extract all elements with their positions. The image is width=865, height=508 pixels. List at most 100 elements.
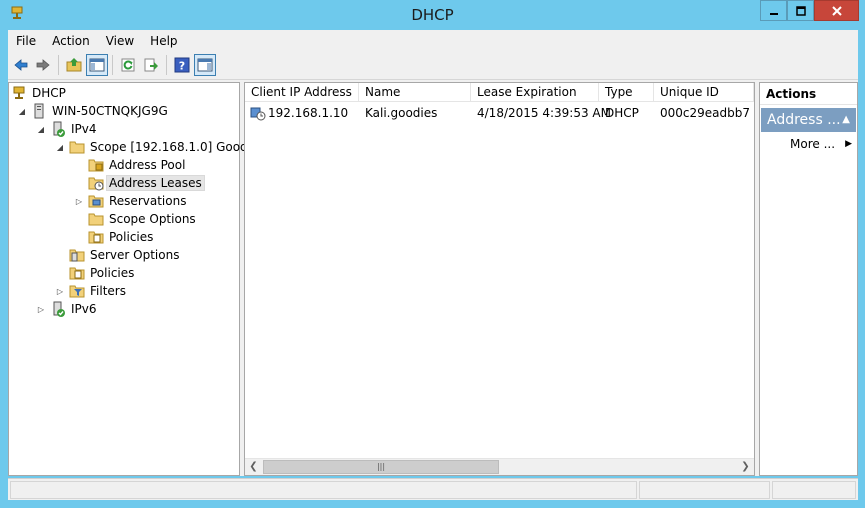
console-tree[interactable]: DHCP ◢ WIN-50CTNQKJG9G ◢ IPv4 ◢ Scope [1… (8, 82, 265, 476)
tree-label: Policies (109, 230, 154, 244)
back-button[interactable] (10, 54, 32, 76)
tree-node-scope-options[interactable]: Scope Options (74, 210, 198, 228)
cell-type: DHCP (605, 106, 639, 120)
tree-label: Filters (90, 284, 126, 298)
actions-more-item[interactable]: More ... ▶ (790, 135, 856, 153)
actions-pane: Actions Address ... ▲ More ... ▶ (759, 82, 858, 476)
menu-file[interactable]: File (8, 34, 44, 48)
tree-node-policies[interactable]: Policies (55, 264, 136, 282)
actions-more-label: More ... (790, 137, 836, 151)
dhcp-icon (13, 86, 25, 99)
svg-text:?: ? (179, 60, 185, 73)
tree-expander[interactable]: ▷ (55, 287, 65, 296)
menu-view[interactable]: View (98, 34, 142, 48)
tree-expander[interactable]: ◢ (36, 125, 46, 134)
tree-label: Server Options (90, 248, 180, 262)
maximize-icon (795, 5, 806, 16)
menu-help[interactable]: Help (142, 34, 185, 48)
tree-node-ipv4[interactable]: ◢ IPv4 (36, 120, 99, 138)
tree-node-filters[interactable]: ▷ Filters (55, 282, 128, 300)
cell-lease-expiration: 4/18/2015 4:39:53 AM (477, 106, 611, 120)
toolbar-separator (58, 55, 59, 75)
refresh-button[interactable] (117, 54, 139, 76)
export-list-button[interactable] (140, 54, 162, 76)
tree-label: Policies (90, 266, 135, 280)
leases-list[interactable]: Client IP Address Name Lease Expiration … (244, 82, 755, 476)
show-hide-action-pane-button[interactable] (194, 54, 216, 76)
menu-bar: File Action View Help (8, 30, 858, 51)
tree-node-reservations[interactable]: ▷ Reservations (74, 192, 188, 210)
tree-expander[interactable]: ◢ (55, 143, 65, 152)
tree-label: Scope Options (109, 212, 196, 226)
tree-node-address-leases[interactable]: Address Leases (74, 174, 205, 192)
close-button[interactable] (814, 0, 859, 21)
chevron-left-icon: ❮ (249, 461, 258, 472)
cell-unique-id: 000c29eadbb7 (660, 106, 750, 120)
submenu-arrow-icon: ▶ (845, 139, 852, 149)
tree-node-scope-policies[interactable]: Policies (74, 228, 155, 246)
show-hide-console-tree-button[interactable] (86, 54, 108, 76)
tree-label: DHCP (32, 86, 66, 100)
tree-expander[interactable]: ◢ (17, 107, 27, 116)
server-options-icon (69, 249, 85, 262)
actions-section-address-leases[interactable]: Address ... ▲ (761, 108, 856, 132)
toolbar: ? (8, 51, 858, 80)
export-icon (144, 58, 158, 72)
arrow-left-icon (14, 59, 28, 71)
folder-icon (88, 213, 104, 226)
tree-expander[interactable]: ▷ (74, 197, 84, 206)
tree-node-dhcp[interactable]: DHCP (11, 84, 68, 102)
status-segment (639, 481, 770, 499)
column-header-client-ip[interactable]: Client IP Address (245, 83, 359, 102)
tree-label: Address Leases (106, 175, 205, 191)
tree-node-server-options[interactable]: Server Options (55, 246, 181, 264)
minimize-button[interactable] (760, 0, 787, 21)
tree-node-address-pool[interactable]: Address Pool (74, 156, 187, 174)
chevron-right-icon: ❯ (741, 461, 750, 472)
scroll-right-button[interactable]: ❯ (737, 459, 754, 475)
help-button[interactable]: ? (171, 54, 193, 76)
address-pool-icon (88, 159, 104, 172)
tree-label: IPv4 (71, 122, 97, 136)
tree-expander[interactable]: ▷ (36, 305, 46, 314)
main-area: DHCP ◢ WIN-50CTNQKJG9G ◢ IPv4 ◢ Scope [1… (8, 80, 858, 476)
toolbar-separator (166, 55, 167, 75)
column-header-type[interactable]: Type (599, 83, 654, 102)
console-tree-icon (89, 58, 105, 72)
tree-node-ipv6[interactable]: ▷ IPv6 (36, 300, 99, 318)
actions-section-label: Address ... (767, 112, 841, 128)
scroll-left-button[interactable]: ❮ (245, 459, 262, 475)
column-header-name[interactable]: Name (359, 83, 471, 102)
folder-up-icon (66, 58, 82, 72)
tree-node-server[interactable]: ◢ WIN-50CTNQKJG9G (17, 102, 170, 120)
address-leases-icon (88, 177, 104, 191)
status-segment (10, 481, 637, 499)
folder-icon (69, 141, 85, 154)
lease-client-icon (250, 107, 266, 121)
cell-client-ip: 192.168.1.10 (268, 106, 349, 120)
filters-icon (69, 285, 85, 298)
actions-title: Actions (760, 83, 857, 105)
ipv6-icon (53, 301, 65, 317)
maximize-button[interactable] (787, 0, 814, 21)
column-header-unique-id[interactable]: Unique ID (654, 83, 754, 102)
list-header: Client IP Address Name Lease Expiration … (245, 83, 754, 102)
tree-node-scope[interactable]: ◢ Scope [192.168.1.0] Goodies (55, 138, 267, 156)
ipv4-icon (53, 121, 65, 137)
horizontal-scrollbar[interactable]: ❮ ||| ❯ (245, 458, 754, 475)
forward-button[interactable] (32, 54, 54, 76)
window-title: DHCP (411, 6, 454, 24)
menu-action[interactable]: Action (44, 34, 98, 48)
status-segment (772, 481, 856, 499)
up-one-level-button[interactable] (63, 54, 85, 76)
collapse-up-icon: ▲ (842, 114, 850, 125)
tree-label: IPv6 (71, 302, 97, 316)
action-pane-icon (197, 58, 213, 72)
column-header-lease-expiration[interactable]: Lease Expiration (471, 83, 599, 102)
minimize-icon (769, 12, 778, 15)
tree-label: Reservations (109, 194, 187, 208)
refresh-icon (121, 58, 135, 72)
table-row[interactable]: 192.168.1.10 Kali.goodies 4/18/2015 4:39… (245, 104, 754, 122)
grip-icon: ||| (376, 462, 386, 471)
scroll-thumb[interactable]: ||| (263, 460, 499, 474)
